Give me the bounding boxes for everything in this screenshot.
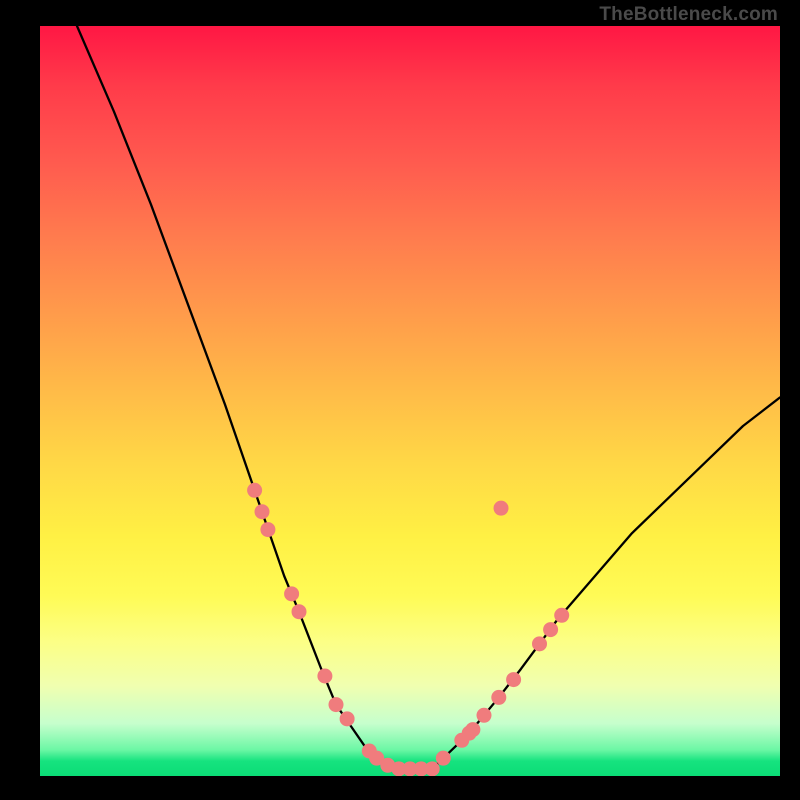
curve-marker (543, 622, 558, 637)
curve-marker (403, 761, 418, 776)
curve-marker (491, 690, 506, 705)
curve-marker (454, 733, 469, 748)
chart-frame: TheBottleneck.com (0, 0, 800, 800)
curve-marker (260, 522, 275, 537)
curve-markers (247, 483, 569, 776)
curve-path (77, 26, 780, 769)
curve-marker (477, 708, 492, 723)
chart-plot-area (40, 26, 780, 776)
curve-marker (284, 586, 299, 601)
curve-marker (494, 501, 509, 516)
curve-marker (462, 726, 477, 741)
curve-marker (255, 504, 270, 519)
curve-marker (391, 761, 406, 776)
curve-marker (532, 636, 547, 651)
chart-svg (40, 26, 780, 776)
curve-marker (317, 669, 332, 684)
curve-marker (369, 751, 384, 766)
curve-marker (329, 697, 344, 712)
curve-marker (247, 483, 262, 498)
bottleneck-curve (77, 26, 780, 769)
attribution-label: TheBottleneck.com (599, 4, 778, 26)
curve-marker (425, 761, 440, 776)
curve-marker (340, 711, 355, 726)
curve-marker (292, 604, 307, 619)
curve-marker (436, 751, 451, 766)
curve-marker (414, 761, 429, 776)
curve-marker (465, 722, 480, 737)
curve-marker (362, 744, 377, 759)
curve-marker (506, 672, 521, 687)
curve-marker (380, 758, 395, 773)
curve-marker (554, 608, 569, 623)
